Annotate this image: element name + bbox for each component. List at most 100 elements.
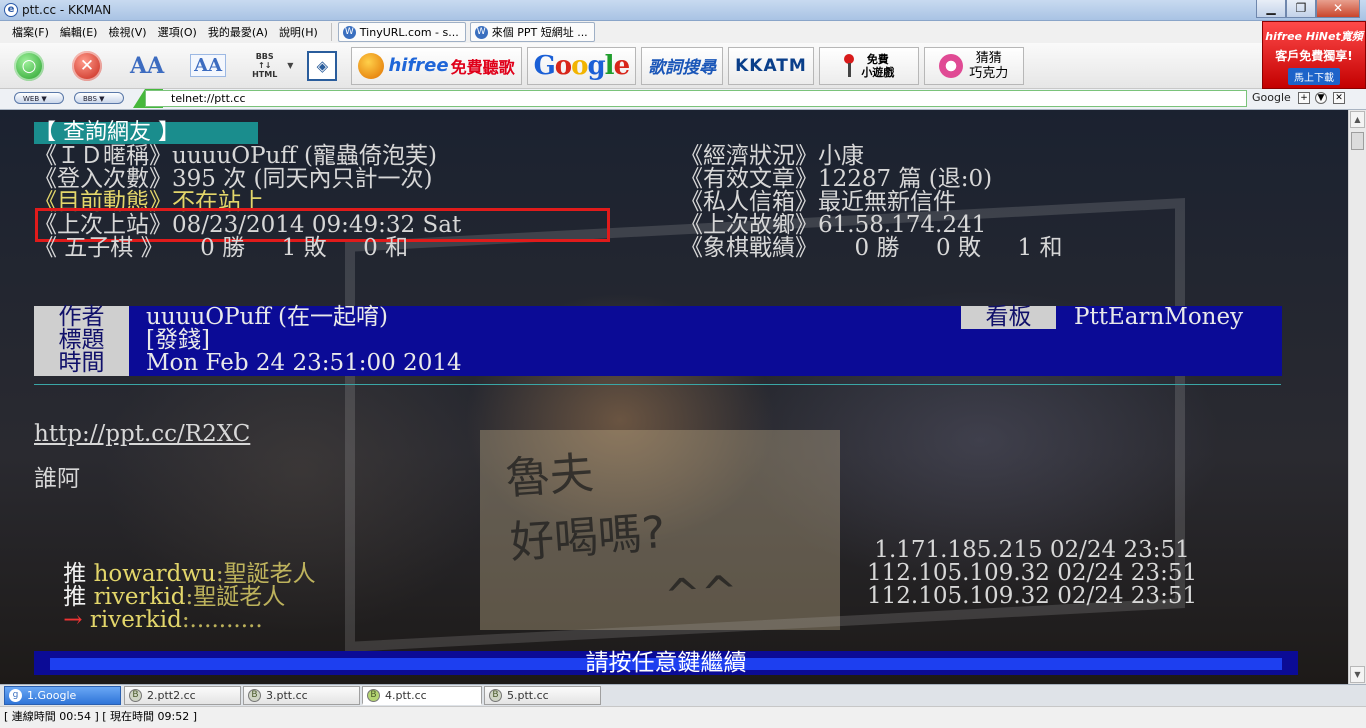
tab-ptt-3[interactable]: B 3.ptt.cc — [243, 686, 360, 705]
web-mode-dropdown[interactable]: WEB ▼ — [14, 92, 64, 104]
lyrics-search-button[interactable]: 歌詞搜尋 — [641, 46, 724, 85]
tab-label: 4.ptt.cc — [385, 689, 427, 702]
mini-games-label: 小遊戲 — [861, 65, 895, 79]
page-tab-bar: g 1.Google B 2.ptt2.cc B 3.ptt.cc B 4.pt… — [0, 684, 1366, 706]
gomoku-record-line: 《 五子棋 》 0 勝 1 敗 0 和 — [34, 235, 409, 261]
google-letter: o — [571, 50, 588, 81]
free-games-label: 免費 小遊戲 — [861, 53, 894, 79]
title-value: [發錢] — [146, 327, 210, 353]
tab-ptt2[interactable]: B 2.ptt2.cc — [124, 686, 241, 705]
dropdown-icon[interactable]: ▼ — [1315, 92, 1327, 104]
google-tab-icon: g — [9, 689, 22, 702]
push-meta: 112.105.109.32 02/24 23:51 — [867, 583, 1198, 609]
google-logo: Google — [533, 50, 631, 81]
query-user-header: 【 查詢網友 】 — [34, 122, 258, 144]
ad-download-button[interactable]: 馬上下載 — [1288, 68, 1340, 85]
tab-label: 5.ptt.cc — [507, 689, 549, 702]
free-games-button[interactable]: 免費 小遊戲 — [818, 46, 919, 85]
tab-label: 1.Google — [27, 689, 77, 702]
menu-bar: 檔案(F) 編輯(E) 檢視(V) 選項(O) 我的最愛(A) 說明(H) W … — [0, 21, 1262, 43]
push-meta: 1.171.185.215 02/24 23:51 — [867, 537, 1190, 563]
vertical-scrollbar[interactable]: ▲ ▼ — [1348, 110, 1366, 684]
stop-icon: ✕ — [79, 55, 95, 76]
chess-record-line: 《象棋戰績》 0 勝 0 敗 1 和 — [680, 235, 1063, 261]
menu-favorites[interactable]: 我的最愛(A) — [208, 24, 268, 40]
stop-button[interactable]: ✕ — [72, 50, 102, 81]
board-value: PttEarnMoney — [1074, 304, 1244, 330]
guess-chocolate-button[interactable]: 猜猜 巧克力 — [923, 46, 1024, 85]
menu-help[interactable]: 說明(H) — [279, 24, 318, 40]
bbs-tab-icon: B — [129, 689, 142, 702]
google-letter: G — [533, 50, 556, 81]
hinet-ad-banner[interactable]: hifree HiNet寬頻 客戶免費獨享! 馬上下載 — [1262, 21, 1366, 89]
favorite-tab-label: 來個 PPT 短網址 ... — [491, 26, 588, 39]
bbs-tab-icon: B — [367, 689, 380, 702]
kkatm-label: KKATM — [735, 55, 807, 76]
article-header-labels: 作者 標題 時間 — [34, 306, 129, 376]
add-search-icon[interactable]: + — [1298, 92, 1310, 104]
chevron-down-icon[interactable]: ▼ — [287, 61, 293, 70]
cube-icon[interactable]: ◈ — [307, 50, 338, 81]
hifree-logo-icon — [358, 52, 385, 79]
article-short-link[interactable]: http://ppt.cc/R2XC — [34, 422, 250, 446]
tab-google[interactable]: g 1.Google — [4, 686, 121, 705]
time-label: 時間 — [58, 350, 105, 376]
title-label: 標題 — [58, 327, 105, 353]
board-label: 看板 — [961, 306, 1056, 329]
menu-edit[interactable]: 編輯(E) — [60, 24, 98, 40]
tab-label: 3.ptt.cc — [266, 689, 308, 702]
toolbar: ○ ✕ AA AA BBS ↑↓ HTML ▼ ◈ hifree 免費聽歌 Go… — [0, 43, 1262, 89]
article-body-text: 誰阿 — [34, 466, 80, 492]
private-mail-line: 《私人信箱》最近無新信件 — [680, 189, 956, 215]
menu-view[interactable]: 檢視(V) — [108, 24, 146, 40]
bbs-mode-dropdown[interactable]: BBS ▼ — [74, 92, 124, 104]
close-search-icon[interactable]: ✕ — [1333, 92, 1345, 104]
menu-file[interactable]: 檔案(F) — [12, 24, 49, 40]
push-comment-row: → riverkid:.......... — [34, 584, 262, 656]
ad-line-1: hifree HiNet寬頻 — [1265, 30, 1363, 43]
google-letter: g — [587, 50, 605, 81]
go-button[interactable]: ○ — [14, 50, 44, 81]
author-value: uuuuOPuff (在一起唷) — [146, 304, 388, 330]
hifree-music-button[interactable]: hifree 免費聽歌 — [351, 46, 522, 85]
font-size-larger-button[interactable]: AA — [130, 53, 164, 79]
last-ip-line: 《上次故鄉》61.58.174.241 — [680, 212, 987, 238]
bbs-terminal[interactable]: 魯夫 好喝嗎? ^^ 【 查詢網友 】 《ＩＤ暱稱》uuuuOPuff (寵蟲倚泡芙… — [0, 110, 1348, 684]
push-user: riverkid — [89, 607, 182, 633]
ppt-site-icon: W — [474, 25, 488, 39]
minimize-button[interactable]: ▁ — [1256, 0, 1286, 18]
maximize-button[interactable]: ❐ — [1286, 0, 1316, 18]
login-count-line: 《登入次數》395 次 (同天內只計一次) — [34, 166, 433, 192]
economy-line: 《經濟狀況》小康 — [680, 143, 864, 169]
favorite-tab-ppt-shorturl[interactable]: W 來個 PPT 短網址 ... — [469, 22, 595, 42]
bbs-tab-icon: B — [248, 689, 261, 702]
lyrics-search-label: 歌詞搜尋 — [648, 58, 717, 78]
window-controls: ▁ ❐ ✕ — [1256, 0, 1360, 18]
favorite-tab-tinyurl[interactable]: W TinyURL.com - s... — [337, 22, 466, 42]
guess-label: 猜猜 — [975, 50, 1002, 66]
url-input[interactable]: telnet://ptt.cc — [145, 90, 1247, 107]
tab-ptt-5[interactable]: B 5.ptt.cc — [484, 686, 601, 705]
press-any-key-bar[interactable]: 請按任意鍵繼續 — [34, 651, 1298, 675]
kkman-app-icon: e — [4, 3, 18, 17]
bbs-html-toggle-button[interactable]: BBS ↑↓ HTML — [252, 52, 277, 79]
chocolate-icon — [939, 53, 964, 78]
bbs-tab-icon: B — [489, 689, 502, 702]
favorite-tab-label: TinyURL.com - s... — [359, 25, 459, 39]
scroll-thumb[interactable] — [1351, 132, 1364, 150]
tab-ptt-4[interactable]: B 4.ptt.cc — [362, 686, 482, 705]
close-window-button[interactable]: ✕ — [1316, 0, 1360, 18]
id-nickname-line: 《ＩＤ暱稱》uuuuOPuff (寵蟲倚泡芙) — [34, 143, 437, 169]
font-size-smaller-button[interactable]: AA — [190, 54, 227, 77]
scroll-down-icon[interactable]: ▼ — [1350, 666, 1365, 683]
article-header: 作者 標題 時間 uuuuOPuff (在一起唷) [發錢] Mon Feb 2… — [34, 306, 1282, 376]
ad-line-2: 客戶免費獨享! — [1275, 49, 1353, 63]
google-letter: l — [604, 50, 615, 81]
kkatm-button[interactable]: KKATM — [728, 46, 814, 85]
google-button[interactable]: Google — [526, 46, 637, 85]
menu-options[interactable]: 選項(O) — [158, 24, 197, 40]
search-engine-label[interactable]: Google — [1252, 91, 1291, 104]
background-photo-handwriting: 魯夫 好喝嗎? ^^ — [504, 432, 741, 639]
scroll-up-icon[interactable]: ▲ — [1350, 111, 1365, 128]
title-bar: e ptt.cc - KKMAN ▁ ❐ ✕ — [0, 0, 1366, 21]
